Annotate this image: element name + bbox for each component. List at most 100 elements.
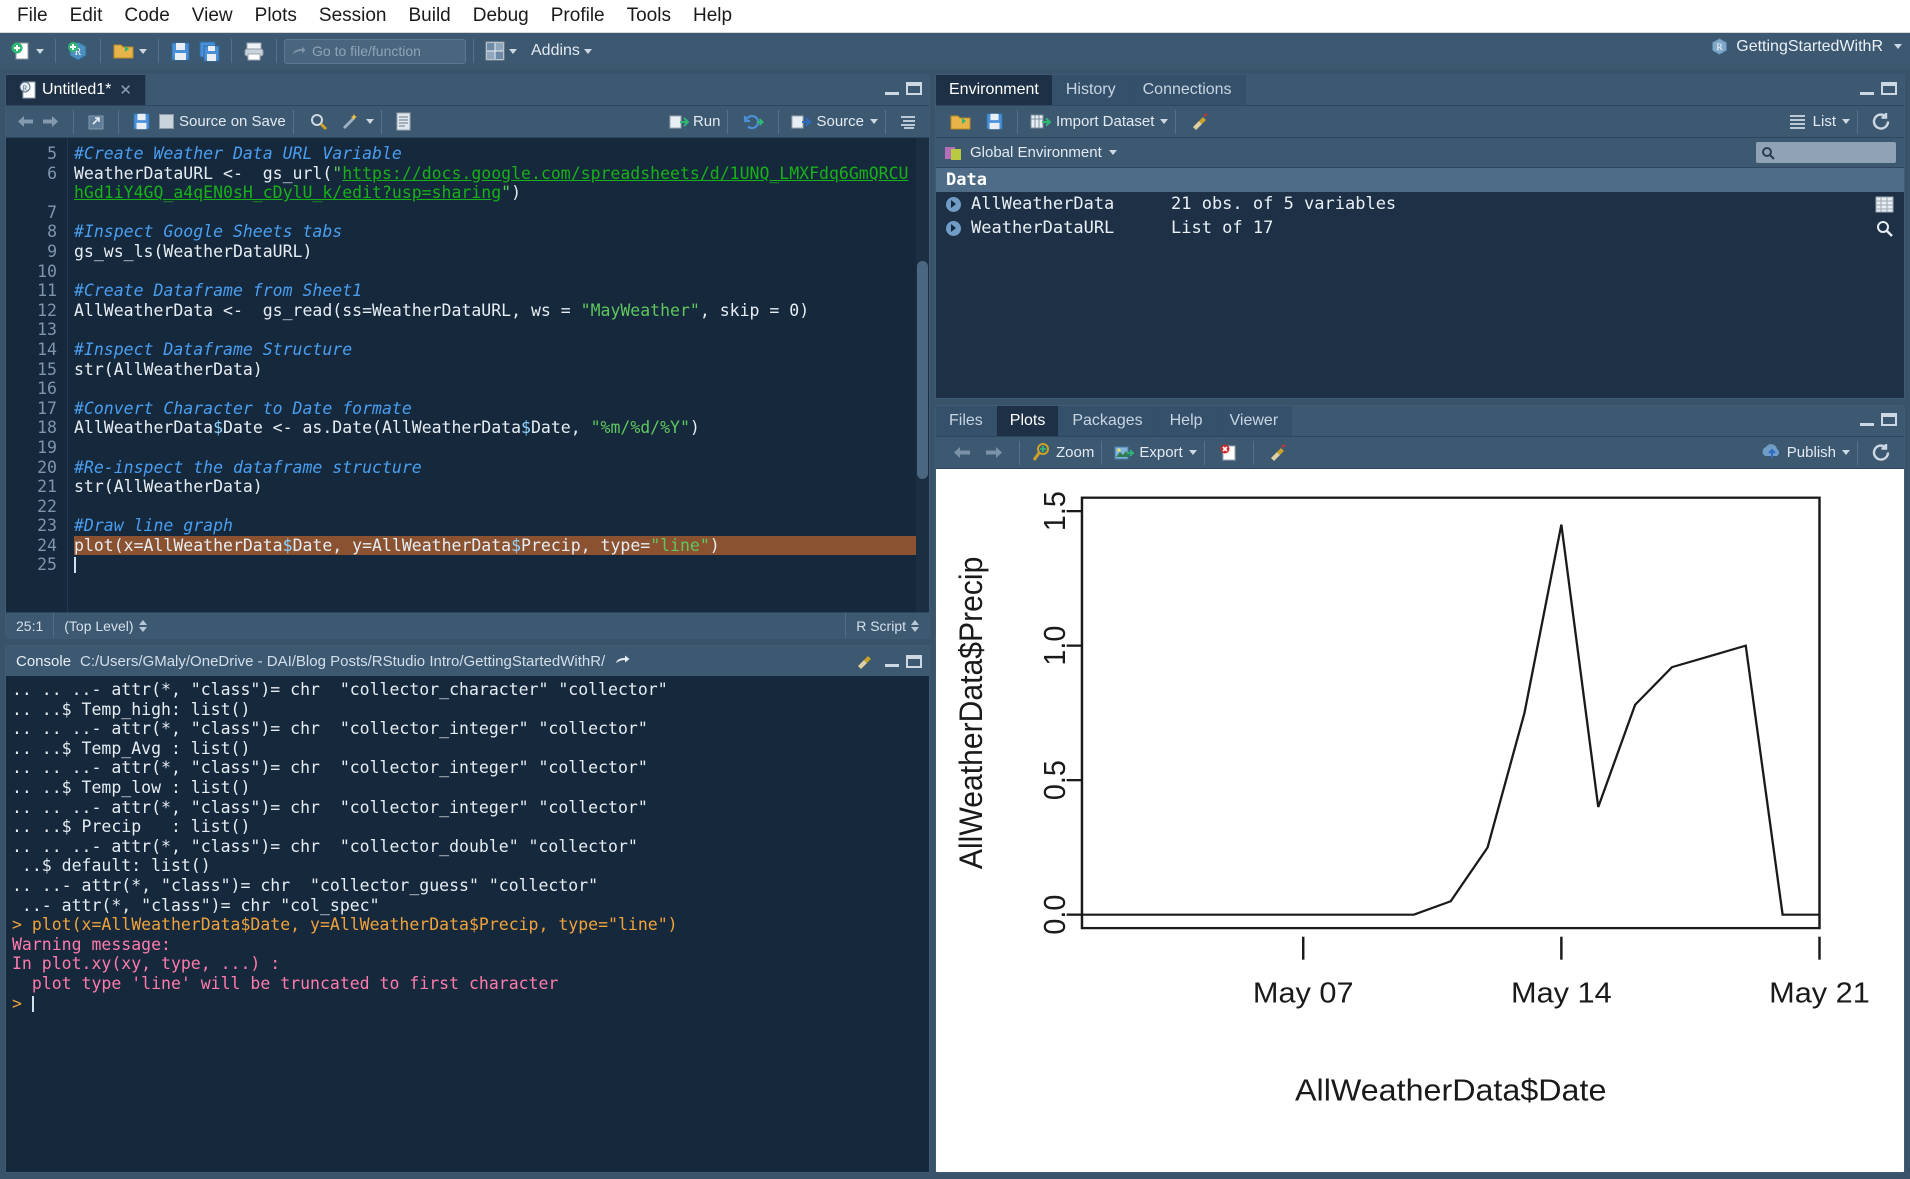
tab-packages[interactable]: Packages [1059, 406, 1157, 436]
code-line[interactable] [74, 555, 929, 575]
close-icon[interactable]: ✕ [119, 81, 132, 99]
import-dataset-label[interactable]: Import Dataset [1056, 113, 1154, 130]
tab-files[interactable]: Files [936, 406, 997, 436]
project-selector[interactable]: R GettingStartedWithR [1710, 37, 1902, 56]
clear-plots-icon[interactable] [1268, 444, 1288, 461]
load-workspace-icon[interactable] [949, 112, 972, 132]
code-line[interactable] [74, 497, 929, 517]
minimize-pane-button[interactable] [1860, 414, 1874, 426]
code-line[interactable]: #Draw line graph [74, 516, 929, 536]
source-on-save-label[interactable]: Source on Save [179, 113, 286, 130]
new-file-button[interactable] [6, 37, 48, 65]
code-tools-icon[interactable] [340, 112, 360, 131]
menu-item-profile[interactable]: Profile [540, 2, 616, 30]
menu-item-help[interactable]: Help [682, 2, 743, 30]
scope-selector[interactable]: (Top Level) [54, 613, 845, 638]
publish-icon[interactable] [1762, 444, 1782, 461]
code-text[interactable]: #Create Weather Data URL Variable Weather… [68, 138, 929, 612]
menu-item-file[interactable]: File [6, 2, 59, 30]
save-button[interactable] [166, 37, 195, 65]
code-line[interactable] [74, 438, 929, 458]
view-search-icon[interactable] [1875, 220, 1894, 237]
source-label[interactable]: Source [816, 113, 864, 130]
plot-canvas[interactable]: 0.0 0.5 1.0 1.5 May 07 May 14 May 21 AllWeath… [936, 469, 1904, 1172]
tab-environment[interactable]: Environment [936, 75, 1053, 105]
remove-plot-icon[interactable] [1219, 444, 1239, 462]
view-mode-label[interactable]: List [1813, 113, 1836, 130]
tab-viewer[interactable]: Viewer [1216, 406, 1293, 436]
compile-report-icon[interactable] [395, 112, 412, 131]
code-line[interactable]: AllWeatherData$Date <- as.Date(AllWeathe… [74, 418, 929, 438]
minimize-pane-button[interactable] [885, 83, 899, 95]
code-line[interactable]: #Create Weather Data URL Variable [74, 144, 929, 164]
goto-file-function-input[interactable]: Go to file/function [284, 38, 466, 64]
menu-item-edit[interactable]: Edit [59, 2, 114, 30]
chevron-down-icon[interactable] [365, 119, 374, 124]
code-line[interactable]: AllWeatherData <- gs_read(ss=WeatherData… [74, 301, 929, 321]
addins-button[interactable]: Addins [521, 37, 596, 65]
print-button[interactable] [239, 37, 269, 65]
chevron-down-icon[interactable] [1160, 119, 1169, 124]
tab-plots[interactable]: Plots [996, 406, 1060, 436]
export-icon[interactable] [1114, 444, 1135, 462]
zoom-label[interactable]: Zoom [1056, 444, 1094, 461]
show-in-new-window-icon[interactable] [87, 113, 105, 131]
expand-object-icon[interactable] [946, 196, 961, 212]
save-workspace-icon[interactable] [985, 112, 1004, 131]
clear-objects-icon[interactable] [1190, 113, 1210, 130]
source-icon[interactable] [791, 114, 812, 130]
code-line[interactable]: WeatherDataURL <- gs_url("https://docs.g… [74, 164, 929, 184]
code-line[interactable]: #Inspect Google Sheets tabs [74, 222, 929, 242]
save-all-button[interactable] [195, 37, 224, 65]
list-view-icon[interactable] [1788, 114, 1807, 129]
table-row[interactable]: WeatherDataURL List of 17 [936, 216, 1904, 240]
menu-item-code[interactable]: Code [113, 2, 180, 30]
global-environment-label[interactable]: Global Environment [970, 144, 1102, 161]
maximize-pane-button[interactable] [1881, 413, 1897, 426]
menu-item-session[interactable]: Session [308, 2, 398, 30]
publish-label[interactable]: Publish [1787, 444, 1836, 461]
pane-layout-button[interactable] [481, 37, 521, 65]
open-directory-icon[interactable] [614, 654, 631, 668]
find-icon[interactable] [309, 112, 328, 131]
code-line[interactable] [74, 320, 929, 340]
chevron-down-icon[interactable] [1188, 450, 1197, 455]
open-file-button[interactable] [108, 37, 151, 65]
outline-icon[interactable] [899, 114, 917, 130]
editor-scrollbar[interactable] [916, 138, 929, 612]
menu-item-tools[interactable]: Tools [616, 2, 682, 30]
chevron-down-icon[interactable] [1108, 150, 1117, 155]
chevron-down-icon[interactable] [1842, 119, 1850, 124]
minimize-pane-button[interactable] [885, 655, 899, 667]
run-button[interactable] [669, 114, 689, 130]
code-line[interactable]: #Re-inspect the dataframe structure [74, 458, 929, 478]
refresh-icon[interactable] [1871, 112, 1892, 131]
tab-connections[interactable]: Connections [1129, 75, 1246, 105]
maximize-pane-button[interactable] [906, 654, 922, 668]
menu-item-view[interactable]: View [181, 2, 244, 30]
view-table-icon[interactable] [1875, 196, 1894, 213]
console-output[interactable]: .. .. ..- attr(*, "class")= chr "collect… [6, 676, 929, 1172]
chevron-down-icon[interactable] [870, 119, 878, 124]
maximize-pane-button[interactable] [906, 82, 922, 95]
previous-plot-icon[interactable] [952, 445, 973, 460]
code-line[interactable]: #Inspect Dataframe Structure [74, 340, 929, 360]
re-run-icon[interactable] [742, 113, 765, 131]
editor-scrollbar-thumb[interactable] [917, 261, 928, 480]
code-line[interactable]: #Create Dataframe from Sheet1 [74, 281, 929, 301]
code-line[interactable] [74, 203, 929, 223]
code-line[interactable] [74, 379, 929, 399]
table-row[interactable]: AllWeatherData 21 obs. of 5 variables [936, 192, 1904, 216]
refresh-icon[interactable] [1871, 443, 1892, 462]
environment-search-input[interactable] [1756, 142, 1896, 163]
back-arrow-icon[interactable] [16, 114, 35, 129]
code-line[interactable]: plot(x=AllWeatherData$Date, y=AllWeather… [74, 535, 929, 556]
next-plot-icon[interactable] [983, 445, 1004, 460]
menu-item-plots[interactable]: Plots [244, 2, 308, 30]
tab-history[interactable]: History [1052, 75, 1130, 105]
clear-console-icon[interactable] [855, 653, 874, 669]
code-line[interactable]: hGd1iY4GQ_a4qEN0sH_cDylU_k/edit?usp=shar… [74, 183, 929, 203]
forward-arrow-icon[interactable] [41, 114, 60, 129]
minimize-pane-button[interactable] [1860, 83, 1874, 95]
code-editor[interactable]: 5 6 7 8 9 10 11 12 13 14 15 16 17 18 19 20 21 22 23 24 25 #C… [6, 138, 929, 612]
